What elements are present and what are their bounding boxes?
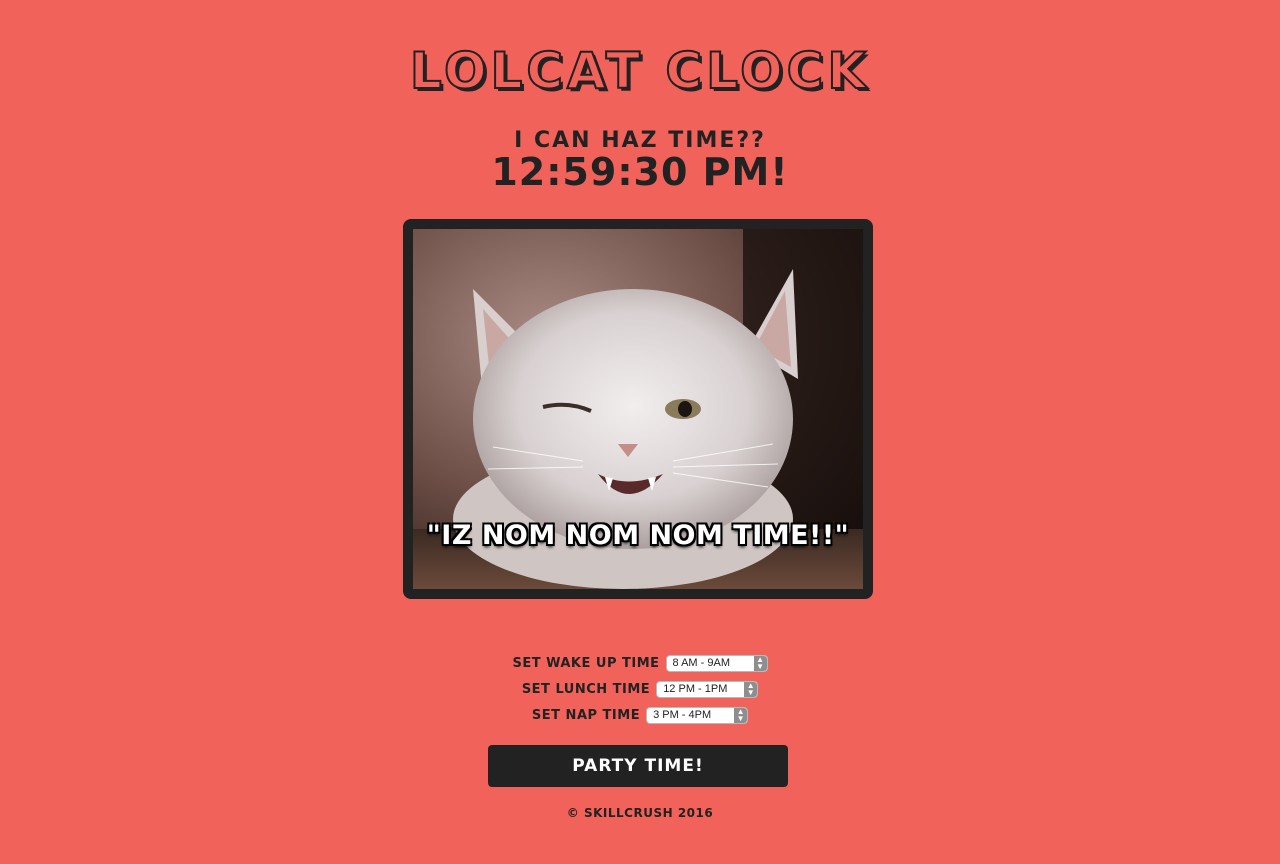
lunch-row: Set Lunch Time 12 PM - 1PM ▲ ▼	[0, 676, 1280, 702]
image-caption: "IZ NOM NOM NOM TIME!!"	[426, 520, 850, 551]
lolcat-image: "IZ NOM NOM NOM TIME!!"	[403, 219, 873, 599]
footer-copyright: © SkillCrush 2016	[566, 806, 714, 820]
lunch-select-value: 12 PM - 1PM	[663, 683, 728, 695]
page-title: Lolcat Clock	[409, 42, 871, 100]
nap-row: Set Nap Time 3 PM - 4PM ▲ ▼	[0, 702, 1280, 728]
wake-up-select-value: 8 AM - 9AM	[672, 657, 730, 669]
select-arrows-icon: ▲ ▼	[753, 655, 767, 671]
select-arrows-icon: ▲ ▼	[734, 707, 748, 723]
time-settings: Set Wake Up Time 8 AM - 9AM ▲ ▼ Set Lunch…	[0, 650, 1280, 728]
nap-label: Set Nap Time	[531, 707, 641, 723]
clock-display: 12:59:30 PM!	[491, 150, 789, 194]
nap-select[interactable]: 3 PM - 4PM ▲ ▼	[646, 706, 749, 724]
wake-up-row: Set Wake Up Time 8 AM - 9AM ▲ ▼	[0, 650, 1280, 676]
lunch-select[interactable]: 12 PM - 1PM ▲ ▼	[656, 680, 759, 698]
lunch-label: Set Lunch Time	[521, 681, 651, 697]
nap-select-value: 3 PM - 4PM	[653, 709, 712, 721]
wake-up-select[interactable]: 8 AM - 9AM ▲ ▼	[665, 654, 768, 672]
party-time-button[interactable]: Party Time!	[488, 745, 788, 787]
select-arrows-icon: ▲ ▼	[744, 681, 758, 697]
wake-up-label: Set Wake Up Time	[512, 655, 660, 671]
